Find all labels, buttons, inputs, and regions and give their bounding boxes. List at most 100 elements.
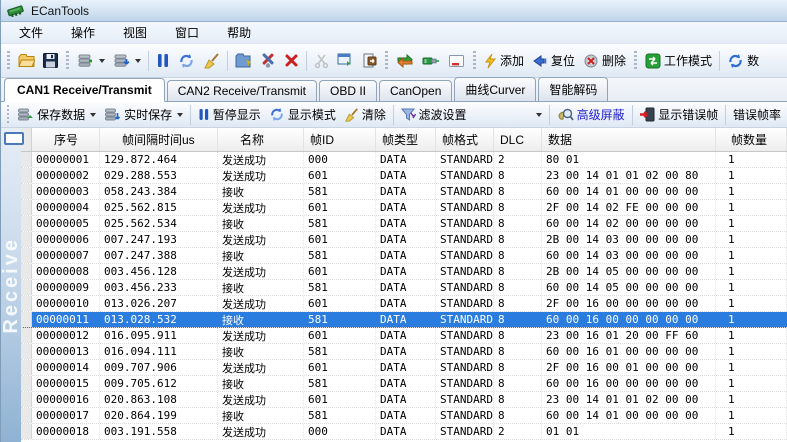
pause-button[interactable] [152,50,174,71]
toolbar-gripper [634,51,637,71]
table-cell: 013.028.532 [100,312,218,327]
row-header-cell [21,376,32,391]
table-cell: 581 [304,216,376,231]
table-cell: STANDARD [436,248,494,263]
table-cell: 1 [716,392,787,407]
usb-device-button[interactable] [418,51,444,71]
toolbar-separator [632,105,633,125]
table-cell: 00000017 [32,408,100,423]
refresh-button[interactable] [174,50,199,72]
settings-tools-button[interactable] [256,50,280,72]
table-row[interactable]: 00000017020.864.199接收581DATASTANDARD860 … [21,408,787,424]
column-header[interactable]: 帧ID [304,128,376,151]
select-all-checkbox[interactable] [4,132,24,145]
table-row[interactable]: 00000011013.028.532接收581DATASTANDARD860 … [21,312,787,328]
tab-4[interactable]: CanOpen [379,80,452,101]
table-row[interactable]: 00000002029.288.553发送成功601DATASTANDARD82… [21,168,787,184]
pause-icon [156,53,170,68]
table-cell: 接收 [218,280,304,295]
cut-button[interactable] [310,50,333,71]
column-header[interactable]: 帧类型 [376,128,436,151]
pause-display-label: 暂停显示 [213,106,261,123]
open-file-button[interactable] [14,50,39,71]
toolbar-gripper [473,51,476,71]
new-project-button[interactable] [231,50,256,71]
minimize-window-button[interactable] [444,51,469,71]
toolbar-gripper [7,105,9,125]
menu-item-3[interactable]: 视图 [109,21,161,44]
menu-item-2[interactable]: 操作 [57,21,109,44]
tab-6[interactable]: 智能解码 [538,77,608,101]
display-mode-button[interactable]: 显示模式 [265,103,340,126]
table-cell: 01 01 [542,424,716,439]
table-cell: STANDARD [436,376,494,391]
table-row[interactable]: 00000012016.095.911发送成功601DATASTANDARD82… [21,328,787,344]
table-cell: 1 [716,360,787,375]
tab-5[interactable]: 曲线Curver [454,77,536,101]
disconnect-device-button[interactable] [109,50,145,72]
data-stream-button[interactable]: 数 [723,49,763,72]
close-device-button[interactable] [280,50,303,71]
clear-button[interactable]: 清除 [340,103,390,126]
table-row[interactable]: 00000004025.562.815发送成功601DATASTANDARD82… [21,200,787,216]
import-button[interactable] [358,50,381,71]
tab-1[interactable]: CAN1 Receive/Transmit [4,78,165,102]
work-mode-button[interactable]: 工作模式 [641,49,716,72]
table-cell: DATA [376,328,436,343]
table-cell: 2F 00 14 02 FE 00 00 00 [542,200,716,215]
tab-2[interactable]: CAN2 Receive/Transmit [167,80,317,101]
add-frame-button[interactable]: 添加 [480,49,528,72]
table-row[interactable]: 00000018003.191.558发送成功000DATASTANDARD20… [21,424,787,440]
copy-window-button[interactable] [333,50,358,71]
tab-3[interactable]: OBD II [319,80,377,101]
table-row[interactable]: 00000001129.872.464发送成功000DATASTANDARD28… [21,152,787,168]
table-cell: 8 [494,200,542,215]
table-row[interactable]: 00000015009.705.612接收581DATASTANDARD860 … [21,376,787,392]
table-row[interactable]: 00000005025.562.534接收581DATASTANDARD860 … [21,216,787,232]
table-row[interactable]: 00000014009.707.906发送成功601DATASTANDARD82… [21,360,787,376]
column-header[interactable]: 数据 [542,128,716,151]
filter-combobox[interactable] [471,106,546,124]
clean-button[interactable] [199,50,224,72]
table-row[interactable]: 00000009003.456.233接收581DATASTANDARD860 … [21,280,787,296]
table-row[interactable]: 00000003058.243.384接收581DATASTANDARD860 … [21,184,787,200]
delete-button-label: 删除 [602,52,626,69]
row-header-cell [21,184,32,199]
table-row[interactable]: 00000006007.247.193发送成功601DATASTANDARD82… [21,232,787,248]
connect-device-button[interactable] [73,50,109,72]
menu-item-5[interactable]: 帮助 [213,21,265,44]
table-row[interactable]: 00000013016.094.111接收581DATASTANDARD860 … [21,344,787,360]
show-error-frames-button[interactable]: 显示错误帧 [635,103,722,126]
pause-display-button[interactable]: 暂停显示 [194,103,265,126]
table-row[interactable]: 00000016020.863.108发送成功601DATASTANDARD82… [21,392,787,408]
table-cell: 581 [304,312,376,327]
advanced-mask-button[interactable]: 高级屏蔽 [553,103,629,126]
column-header[interactable]: 帧数量 [716,128,787,151]
table-cell: 60 00 14 01 00 00 00 00 [542,184,716,199]
device-disconnect-icon [113,53,130,69]
table-row[interactable]: 00000007007.247.388接收581DATASTANDARD860 … [21,248,787,264]
swap-channels-button[interactable] [392,50,418,71]
table-row[interactable]: 00000008003.456.128发送成功601DATASTANDARD82… [21,264,787,280]
save-data-button[interactable]: 保存数据 [13,103,100,126]
column-header[interactable]: 名称 [218,128,304,151]
table-cell: 007.247.193 [100,232,218,247]
table-cell: STANDARD [436,392,494,407]
table-cell: STANDARD [436,408,494,423]
reset-button[interactable]: 复位 [528,49,579,72]
column-header[interactable]: 帧格式 [436,128,494,151]
column-header[interactable]: DLC [494,128,542,151]
menu-item-4[interactable]: 窗口 [161,21,213,44]
table-row[interactable]: 00000010013.026.207发送成功601DATASTANDARD82… [21,296,787,312]
table-cell: 1 [716,376,787,391]
menu-item-1[interactable]: 文件 [5,21,57,44]
column-header[interactable]: 帧间隔时间us [100,128,218,151]
error-frame-rate-button[interactable]: 错误帧率 [729,103,785,126]
app-window: ECanTools 文件操作视图窗口帮助 [0,0,787,442]
filter-settings-button[interactable]: 滤波设置 [397,103,471,126]
realtime-save-button[interactable]: 实时保存 [100,103,187,126]
column-header[interactable]: 序号 [32,128,100,151]
table-cell: STANDARD [436,360,494,375]
delete-button[interactable]: 删除 [579,49,630,72]
save-file-button[interactable] [39,50,62,71]
